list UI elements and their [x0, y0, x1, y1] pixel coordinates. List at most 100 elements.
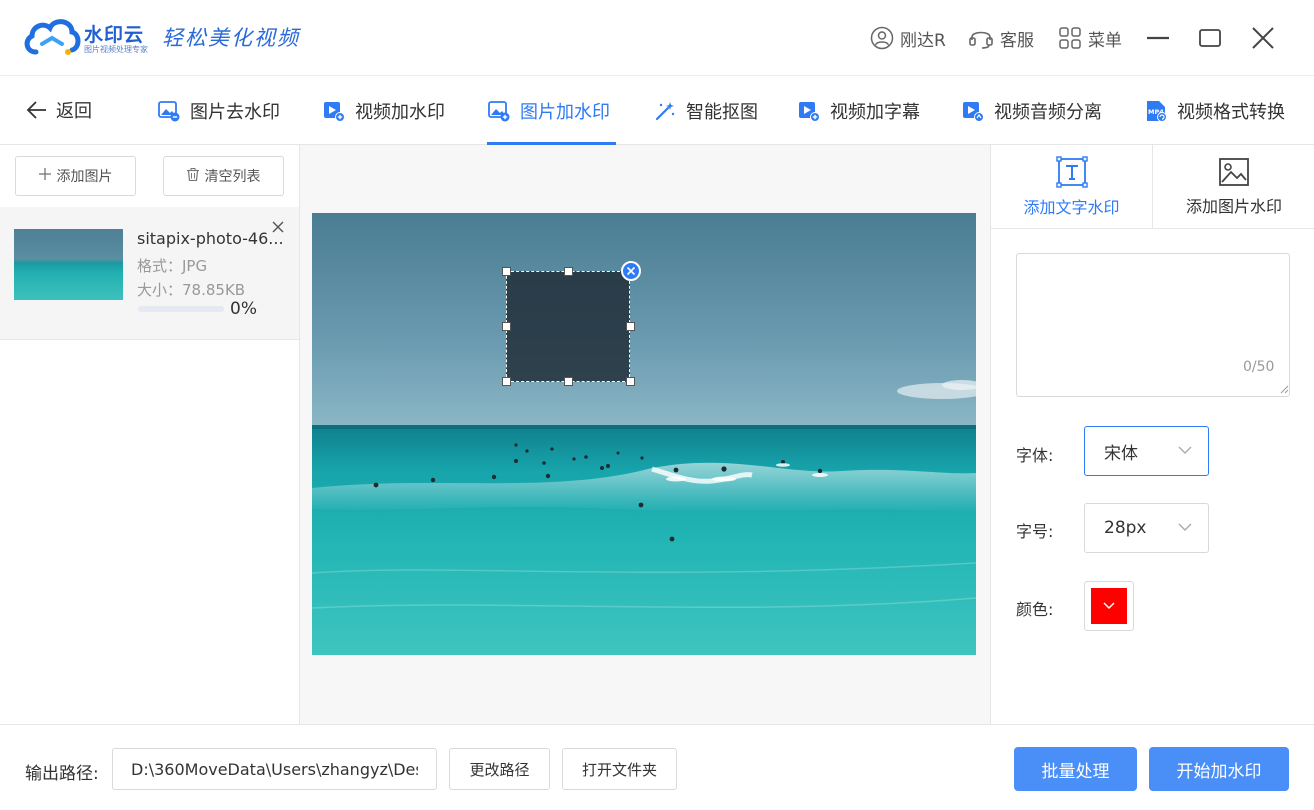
maximize-icon: [1199, 29, 1221, 47]
output-path-input[interactable]: [112, 748, 437, 790]
color-label: 颜色:: [1016, 600, 1054, 619]
app-subtitle: 图片视频处理专家: [84, 45, 148, 54]
image-add-icon: [488, 101, 510, 122]
size-label: 字号:: [1016, 522, 1054, 541]
add-image-label: 添加图片: [56, 169, 113, 185]
tab-label: 添加文字水印: [1023, 197, 1120, 217]
start-label: 开始加水印: [1176, 761, 1262, 782]
bottom-bar: 输出路径: 更改路径 打开文件夹 批量处理 开始加水印: [0, 724, 1314, 810]
resize-handle-bottom-right[interactable]: [626, 377, 635, 386]
file-thumbnail: [14, 229, 123, 300]
open-folder-label: 打开文件夹: [581, 760, 657, 779]
tab-label: 图片去水印: [190, 102, 280, 123]
service-label: 客服: [1000, 30, 1034, 51]
tab-label: 智能抠图: [686, 102, 758, 123]
tab-add-text-watermark[interactable]: 添加文字水印: [991, 145, 1152, 228]
chevron-down-icon: [1178, 523, 1192, 531]
tab-video-audio-split[interactable]: 视频音频分离: [962, 94, 1102, 128]
character-count: 0/50: [1243, 359, 1275, 375]
font-label: 字体:: [1016, 446, 1054, 465]
tab-label: 视频加水印: [355, 102, 445, 123]
app-slogan: 轻松美化视频: [162, 26, 300, 50]
font-size-select[interactable]: 28px: [1084, 503, 1209, 553]
color-picker[interactable]: [1084, 581, 1134, 631]
title-bar: 水印云 图片视频处理专家 轻松美化视频 刚达R 客服 菜单: [0, 0, 1314, 76]
remove-watermark-button[interactable]: [621, 261, 641, 281]
textarea-resize-icon[interactable]: [1280, 385, 1289, 394]
resize-handle-bottom-left[interactable]: [502, 377, 511, 386]
tab-image-add-watermark[interactable]: 图片加水印: [488, 94, 610, 128]
video-subtitle-icon: [799, 102, 820, 122]
output-path-label: 输出路径:: [25, 764, 99, 784]
tab-video-add-watermark[interactable]: 视频加水印: [323, 94, 445, 128]
back-button[interactable]: 返回: [26, 96, 92, 124]
file-size: 大小：78.85KB: [137, 281, 246, 299]
clear-list-label: 清空列表: [204, 169, 261, 185]
tab-image-remove-watermark[interactable]: 图片去水印: [158, 94, 280, 128]
back-label: 返回: [56, 101, 92, 122]
user-avatar-icon: [870, 26, 894, 50]
clear-list-button[interactable]: 清空列表: [163, 156, 284, 196]
chevron-down-icon: [1103, 602, 1115, 610]
tab-add-image-watermark[interactable]: 添加图片水印: [1153, 145, 1314, 228]
preview-photo: [312, 213, 976, 655]
chevron-down-icon: [1178, 446, 1192, 454]
size-value: 28px: [1104, 518, 1147, 538]
beach-surfers-photo: [312, 213, 976, 655]
watermark-text-input[interactable]: [1016, 253, 1290, 397]
grid-menu-icon: [1059, 27, 1081, 49]
watermark-settings-panel: 添加文字水印 添加图片水印 0/50 字体: 宋体 字号: 28px 颜色:: [990, 145, 1314, 724]
start-watermark-button[interactable]: 开始加水印: [1149, 747, 1289, 791]
panel-divider: [991, 228, 1314, 229]
preview-canvas: [300, 145, 990, 724]
watermark-placeholder-box[interactable]: [502, 261, 641, 386]
tab-label: 添加图片水印: [1185, 196, 1282, 216]
arrow-left-icon: [26, 101, 46, 119]
image-icon: [1219, 157, 1249, 186]
font-select[interactable]: 宋体: [1084, 426, 1209, 476]
plus-icon: [38, 168, 51, 184]
tab-label: 视频音频分离: [994, 102, 1102, 123]
customer-service-button[interactable]: 客服: [968, 24, 1034, 52]
file-format: 格式：JPG: [137, 257, 208, 275]
close-icon: [626, 266, 636, 276]
close-window-button[interactable]: [1247, 22, 1279, 54]
menu-label: 菜单: [1088, 30, 1122, 51]
add-image-button[interactable]: 添加图片: [15, 156, 136, 196]
tab-label: 视频加字幕: [830, 102, 920, 123]
minimize-icon: [1147, 36, 1169, 40]
open-folder-button[interactable]: 打开文件夹: [562, 748, 677, 790]
batch-label: 批量处理: [1041, 761, 1110, 782]
resize-handle-top-left[interactable]: [502, 267, 511, 276]
file-list-panel: 添加图片 清空列表 sitapix-photo-46... 格式：JPG 大小：…: [0, 145, 300, 724]
user-account[interactable]: 刚达R: [870, 24, 946, 52]
change-path-button[interactable]: 更改路径: [449, 748, 550, 790]
resize-handle-top[interactable]: [564, 267, 573, 276]
remove-file-icon[interactable]: [270, 219, 286, 235]
image-remove-icon: [158, 101, 180, 122]
maximize-button[interactable]: [1194, 22, 1226, 54]
file-list-item[interactable]: sitapix-photo-46... 格式：JPG 大小：78.85KB 0%: [0, 207, 299, 340]
video-add-icon: [324, 102, 345, 122]
cloud-logo-icon: [24, 19, 81, 55]
trash-icon: [186, 167, 199, 185]
mp4-file-icon: MP4: [1147, 101, 1167, 122]
tab-label: 视频格式转换: [1177, 102, 1285, 123]
tool-navigation: 返回 图片去水印 视频加水印 图片加水印 智能抠图 视频加字幕 视频音频分离 M…: [0, 76, 1314, 145]
menu-button[interactable]: 菜单: [1058, 24, 1122, 52]
resize-handle-right[interactable]: [626, 322, 635, 331]
change-path-label: 更改路径: [469, 760, 530, 779]
magic-wand-icon: [655, 102, 675, 121]
tab-label: 图片加水印: [520, 102, 610, 123]
resize-handle-left[interactable]: [502, 322, 511, 331]
resize-handle-bottom[interactable]: [564, 377, 573, 386]
tab-smart-cutout[interactable]: 智能抠图: [654, 94, 758, 128]
tab-video-format-convert[interactable]: MP4 视频格式转换: [1145, 94, 1285, 128]
video-audio-split-icon: [963, 102, 984, 122]
app-name: 水印云: [84, 24, 145, 46]
tab-video-add-subtitle[interactable]: 视频加字幕: [798, 94, 920, 128]
file-progress-bar: [138, 306, 224, 312]
batch-process-button[interactable]: 批量处理: [1014, 747, 1137, 791]
minimize-button[interactable]: [1142, 22, 1174, 54]
file-progress-text: 0%: [230, 299, 257, 319]
